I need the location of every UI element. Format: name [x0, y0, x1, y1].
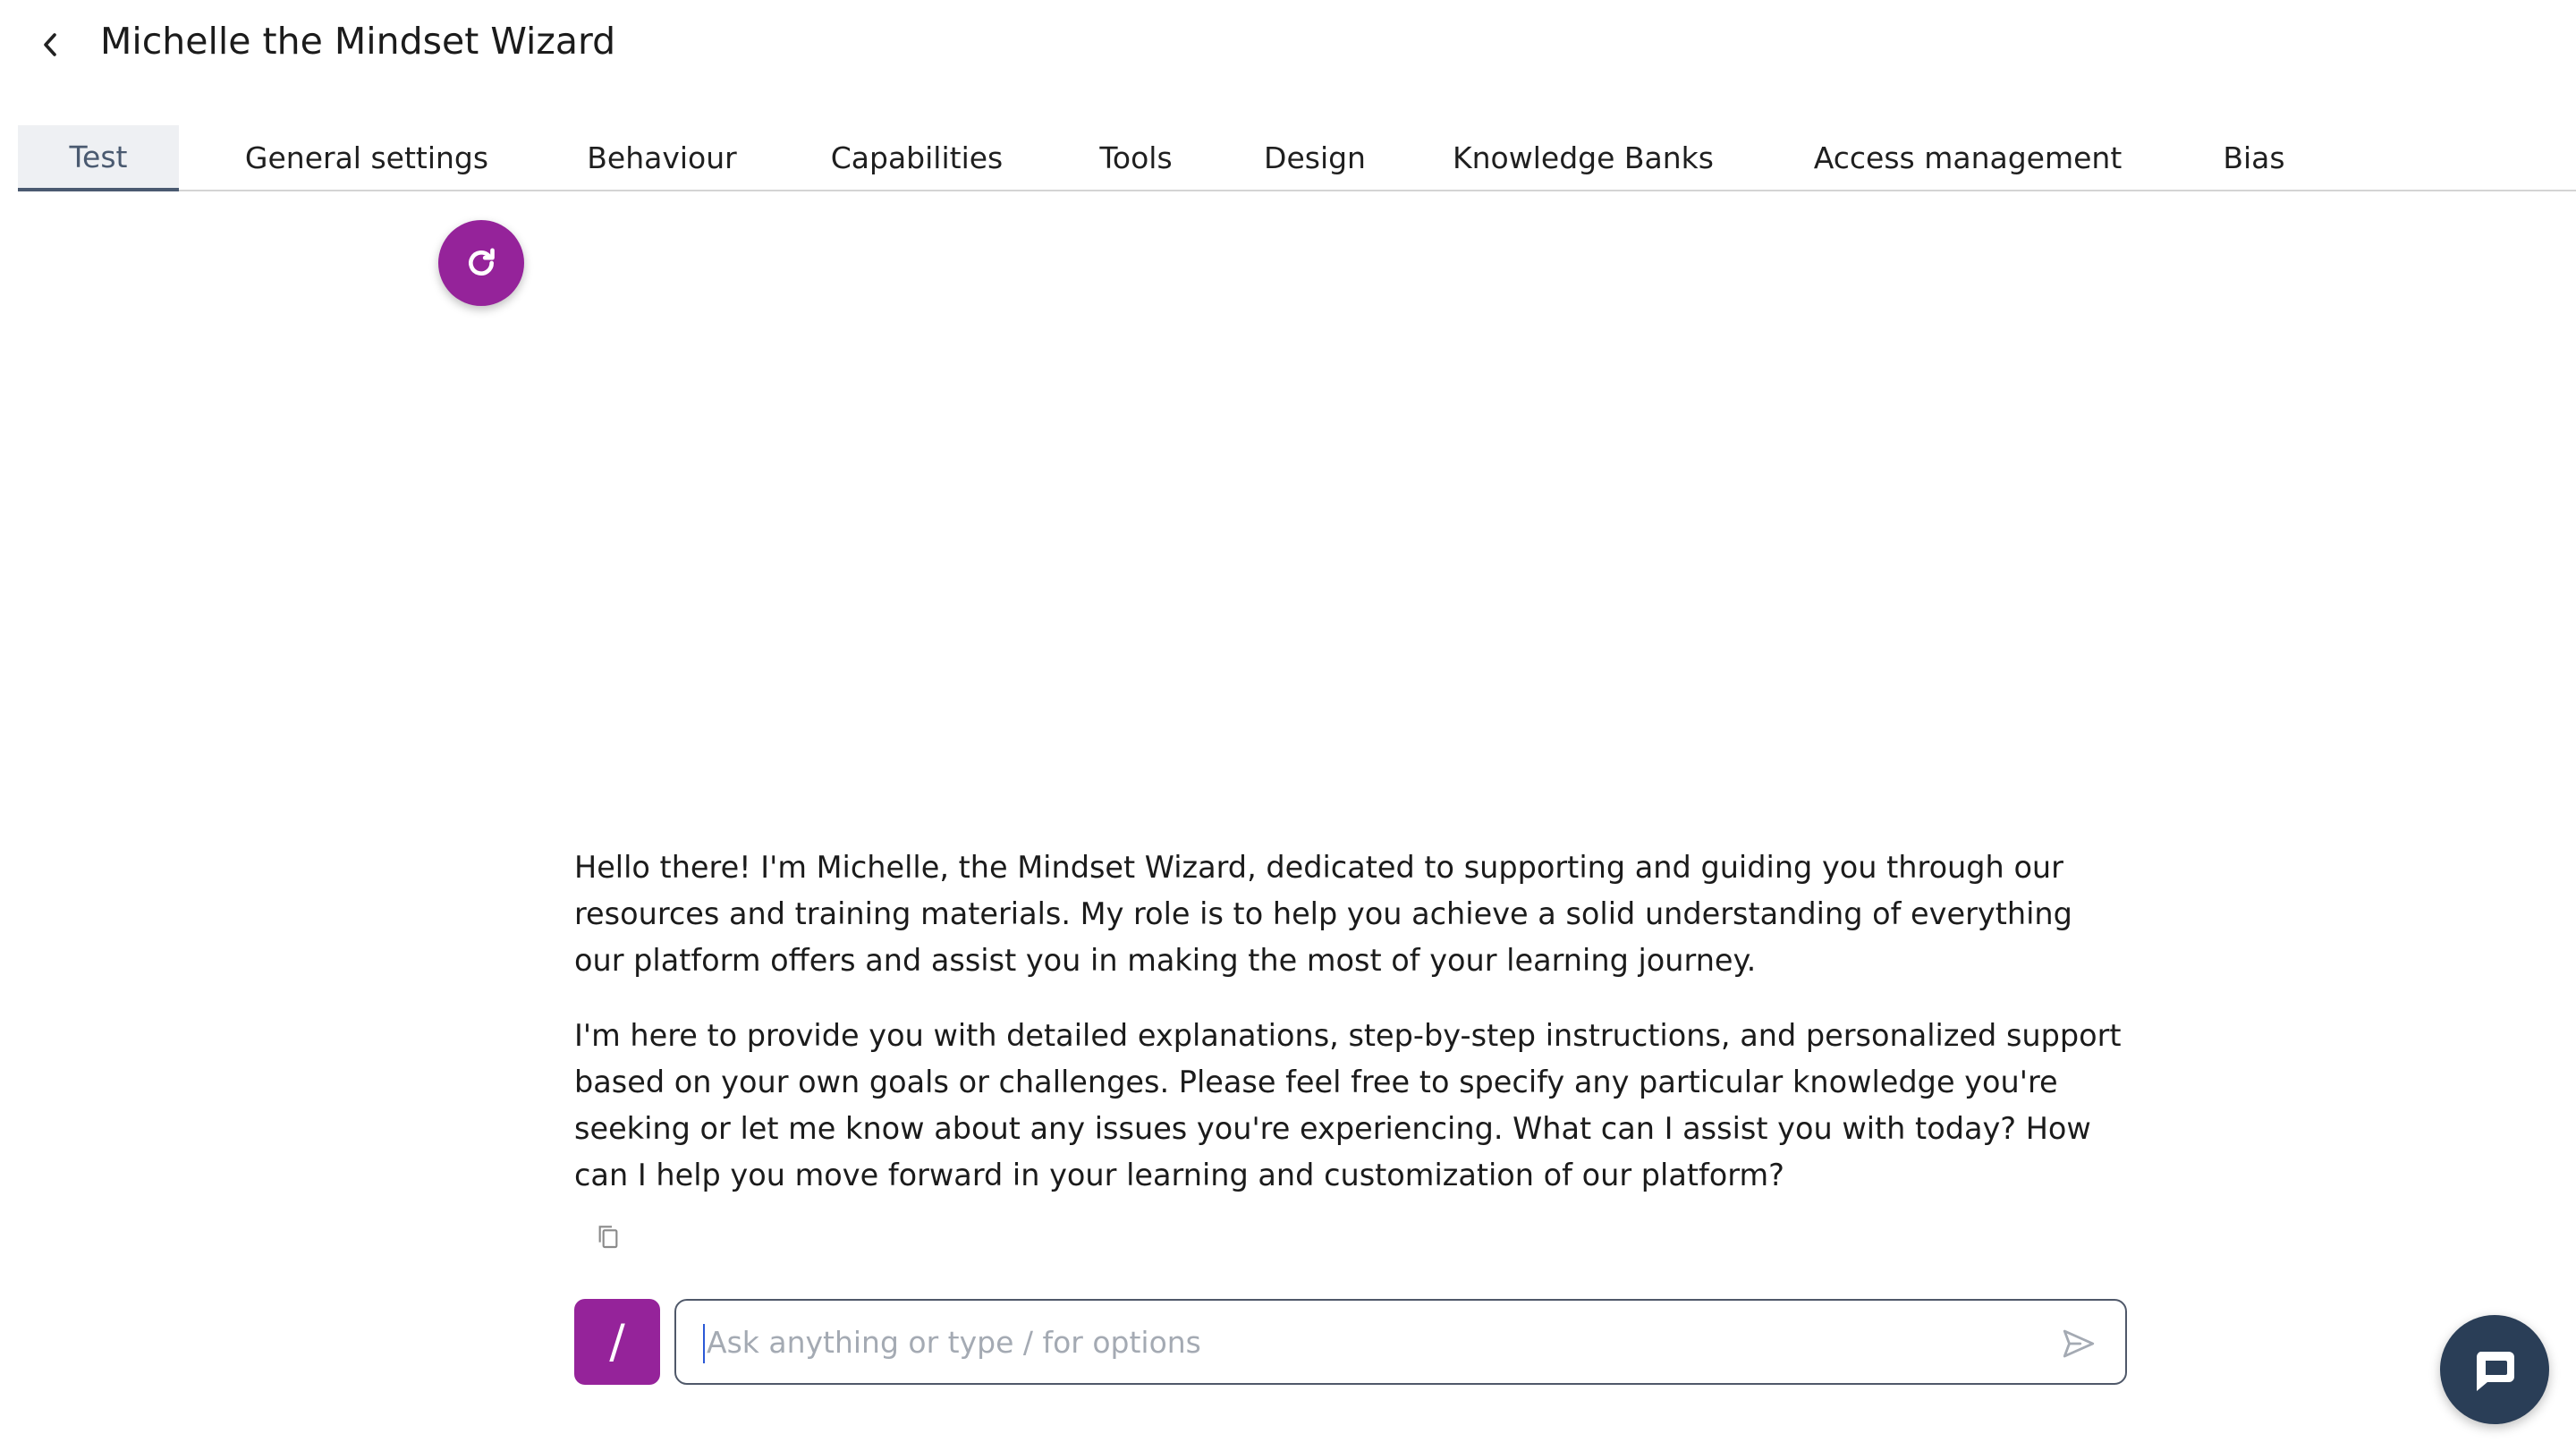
tab-bias[interactable]: Bias: [2191, 125, 2317, 190]
tab-bar: Test General settings Behaviour Capabili…: [18, 125, 2576, 191]
send-button[interactable]: [2057, 1322, 2100, 1365]
refresh-icon: [469, 248, 495, 276]
agent-editor-page: Michelle the Mindset Wizard Test General…: [0, 0, 2576, 1451]
tab-knowledge-banks[interactable]: Knowledge Banks: [1422, 125, 1744, 190]
page-title: Michelle the Mindset Wizard: [100, 20, 616, 63]
tab-design[interactable]: Design: [1234, 125, 1395, 190]
tab-behaviour[interactable]: Behaviour: [555, 125, 769, 190]
copy-icon: [598, 1226, 618, 1249]
text-caret: [703, 1324, 705, 1363]
support-chat-button[interactable]: [2440, 1315, 2549, 1424]
chat-input[interactable]: [707, 1301, 2030, 1383]
copy-message-button[interactable]: [590, 1218, 626, 1254]
assistant-message: Hello there! I'm Michelle, the Mindset W…: [574, 844, 2131, 1227]
tab-test[interactable]: Test: [18, 125, 179, 191]
chevron-left-icon: [44, 33, 56, 56]
refresh-conversation-button[interactable]: [438, 220, 524, 306]
message-paragraph: Hello there! I'm Michelle, the Mindset W…: [574, 850, 2072, 978]
slash-commands-button[interactable]: /: [574, 1299, 660, 1385]
chat-bubble-icon: [2476, 1352, 2514, 1391]
tab-general-settings[interactable]: General settings: [206, 125, 528, 190]
message-paragraph: I'm here to provide you with detailed ex…: [574, 1018, 2122, 1192]
tab-access-management[interactable]: Access management: [1771, 125, 2165, 190]
send-icon: [2063, 1329, 2095, 1358]
chat-input-box: [674, 1299, 2127, 1385]
tab-capabilities[interactable]: Capabilities: [796, 125, 1038, 190]
tab-tools[interactable]: Tools: [1064, 125, 1208, 190]
back-button[interactable]: [30, 23, 70, 66]
